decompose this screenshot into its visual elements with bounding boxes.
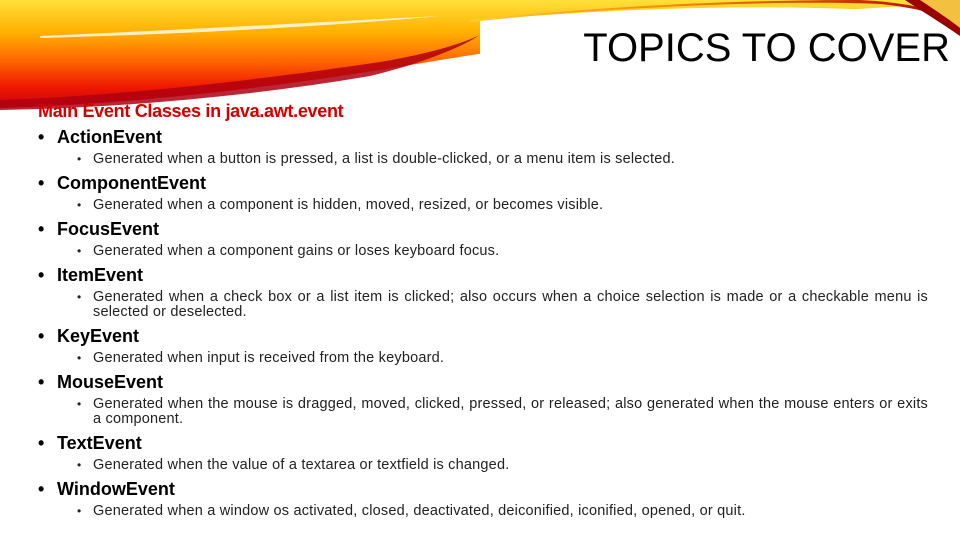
bullet-icon: • xyxy=(38,173,45,193)
event-name: TextEvent xyxy=(57,433,142,453)
event-name: ComponentEvent xyxy=(57,173,207,193)
event-name: WindowEvent xyxy=(57,479,175,499)
event-item-focus: • FocusEvent • Generated when a component … xyxy=(38,218,928,259)
event-description: Generated when a component is hidden, mo… xyxy=(93,197,604,213)
event-description: Generated when a component gains or lose… xyxy=(93,243,500,259)
bullet-icon: • xyxy=(38,219,45,239)
event-name: ItemEvent xyxy=(57,265,144,285)
bullet-icon: • xyxy=(38,265,45,285)
bullet-icon: • xyxy=(38,326,45,346)
bullet-icon: • xyxy=(77,458,82,472)
event-item-window: • WindowEvent • Generated when a window os… xyxy=(38,478,928,519)
bullet-icon: • xyxy=(38,479,45,499)
event-description: Generated when input is received from th… xyxy=(93,350,445,366)
bullet-icon: • xyxy=(77,397,82,411)
event-description: Generated when the value of a textarea o… xyxy=(93,457,510,473)
bullet-icon: • xyxy=(38,127,45,147)
event-name: KeyEvent xyxy=(57,326,140,346)
event-description: Generated when the mouse is dragged, mov… xyxy=(93,396,928,427)
bullet-icon: • xyxy=(77,152,82,166)
bullet-icon: • xyxy=(38,433,45,453)
event-item-action: • ActionEvent • Generated when a button is… xyxy=(38,126,928,167)
bullet-icon: • xyxy=(77,351,82,365)
event-item-key: • KeyEvent • Generated when input is recei… xyxy=(38,325,928,366)
event-description: Generated when a window os activated, cl… xyxy=(93,503,746,519)
event-name: FocusEvent xyxy=(57,219,160,239)
bullet-icon: • xyxy=(77,244,82,258)
bullet-icon: • xyxy=(77,198,82,212)
event-name: MouseEvent xyxy=(57,372,164,392)
slide-content: Main Event Classes in java.awt.event • Ac… xyxy=(38,100,928,524)
event-item-component: • ComponentEvent • Generated when a compon… xyxy=(38,172,928,213)
event-item-mouse: • MouseEvent • Generated when the mouse is… xyxy=(38,371,928,427)
bullet-icon: • xyxy=(77,290,82,304)
event-item-text: • TextEvent • Generated when the value of … xyxy=(38,432,928,473)
event-name: ActionEvent xyxy=(57,127,163,147)
bullet-icon: • xyxy=(38,372,45,392)
event-description: Generated when a button is pressed, a li… xyxy=(93,151,675,167)
bullet-icon: • xyxy=(77,504,82,518)
event-item-item: • ItemEvent • Generated when a check box o… xyxy=(38,264,928,320)
slide-title: TOPICS TO COVER xyxy=(583,26,950,70)
event-description: Generated when a check box or a list ite… xyxy=(93,289,928,320)
section-heading: Main Event Classes in java.awt.event xyxy=(38,101,344,121)
